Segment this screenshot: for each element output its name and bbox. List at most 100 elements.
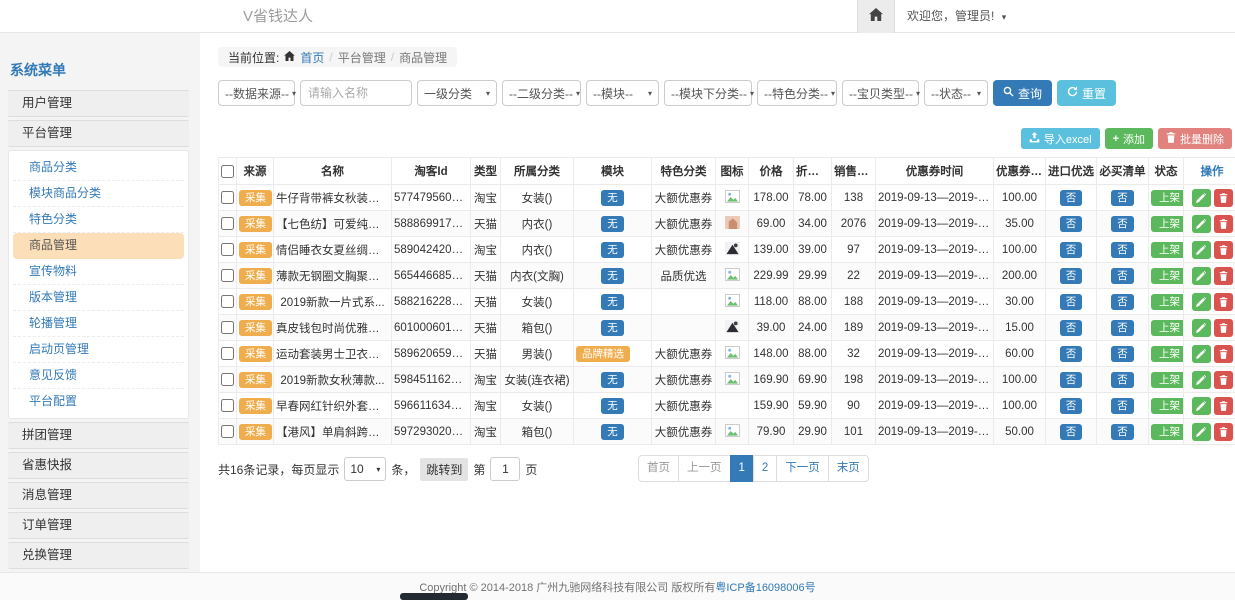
per-page-select[interactable]: 10▾ [344, 457, 386, 481]
edit-button[interactable] [1192, 293, 1211, 311]
row-checkbox[interactable] [221, 191, 234, 204]
row-checkbox[interactable] [221, 399, 234, 412]
filter-select-level1-category[interactable]: 一级分类▾ [417, 80, 497, 106]
delete-button[interactable] [1214, 241, 1233, 259]
page-button[interactable]: 1 [730, 455, 754, 482]
sidebar-item[interactable]: 商品分类 [13, 155, 184, 181]
must-buy-badge[interactable]: 否 [1111, 372, 1134, 388]
status-badge[interactable]: 上架 [1151, 268, 1184, 284]
filter-select-item-type[interactable]: --宝贝类型--▾ [842, 80, 919, 106]
filter-select-status[interactable]: --状态--▾ [924, 80, 988, 106]
import-select-badge[interactable]: 否 [1060, 190, 1083, 206]
delete-button[interactable] [1214, 215, 1233, 233]
edit-button[interactable] [1192, 371, 1211, 389]
sidebar-item[interactable]: 特色分类 [13, 207, 184, 233]
sidebar-group[interactable]: 消息管理 [8, 482, 189, 509]
row-checkbox[interactable] [221, 243, 234, 256]
sidebar-item[interactable]: 宣传物料 [13, 259, 184, 285]
must-buy-badge[interactable]: 否 [1111, 346, 1134, 362]
row-checkbox[interactable] [221, 347, 234, 360]
delete-button[interactable] [1214, 397, 1233, 415]
delete-button[interactable] [1214, 319, 1233, 337]
edit-button[interactable] [1192, 267, 1211, 285]
must-buy-badge[interactable]: 否 [1111, 268, 1134, 284]
import-select-badge[interactable]: 否 [1060, 294, 1083, 310]
edit-button[interactable] [1192, 423, 1211, 441]
sidebar-group[interactable]: 拼团管理 [8, 422, 189, 449]
import-select-badge[interactable]: 否 [1060, 424, 1083, 440]
status-badge[interactable]: 上架 [1151, 424, 1184, 440]
sidebar-item[interactable]: 模块商品分类 [13, 181, 184, 207]
filter-select-feature-category[interactable]: --特色分类--▾ [757, 80, 837, 106]
reset-button[interactable]: 重置 [1057, 80, 1116, 106]
import-select-badge[interactable]: 否 [1060, 242, 1083, 258]
page-button[interactable]: 末页 [828, 455, 869, 482]
edit-button[interactable] [1192, 189, 1211, 207]
import-select-badge[interactable]: 否 [1060, 216, 1083, 232]
search-name-input[interactable] [300, 80, 412, 106]
filter-select-data-source[interactable]: --数据来源--▾ [218, 80, 295, 106]
delete-button[interactable] [1214, 371, 1233, 389]
must-buy-badge[interactable]: 否 [1111, 320, 1134, 336]
jump-button[interactable]: 跳转到 [420, 458, 468, 481]
delete-button[interactable] [1214, 189, 1233, 207]
sidebar-item[interactable]: 启动页管理 [13, 337, 184, 363]
page-button[interactable]: 下一页 [776, 455, 829, 482]
import-excel-button[interactable]: 导入excel [1021, 128, 1100, 149]
filter-select-module-sub-category[interactable]: --模块下分类--▾ [664, 80, 752, 106]
sidebar-item[interactable]: 轮播管理 [13, 311, 184, 337]
row-checkbox[interactable] [221, 321, 234, 334]
horizontal-scrollbar-thumb[interactable] [400, 593, 468, 600]
status-badge[interactable]: 上架 [1151, 372, 1184, 388]
edit-button[interactable] [1192, 397, 1211, 415]
icp-link[interactable]: 粤ICP备16098006号 [715, 579, 815, 595]
delete-button[interactable] [1214, 423, 1233, 441]
edit-button[interactable] [1192, 215, 1211, 233]
search-button[interactable]: 查询 [993, 80, 1052, 106]
import-select-badge[interactable]: 否 [1060, 372, 1083, 388]
must-buy-badge[interactable]: 否 [1111, 242, 1134, 258]
import-select-badge[interactable]: 否 [1060, 346, 1083, 362]
select-all-checkbox[interactable] [221, 165, 234, 178]
edit-button[interactable] [1192, 241, 1211, 259]
jump-page-input[interactable] [490, 457, 520, 481]
status-badge[interactable]: 上架 [1151, 346, 1184, 362]
sidebar-group[interactable]: 用户管理 [8, 90, 189, 117]
status-badge[interactable]: 上架 [1151, 398, 1184, 414]
breadcrumb-home-link[interactable]: 首页 [300, 49, 324, 66]
row-checkbox[interactable] [221, 295, 234, 308]
sidebar-item[interactable]: 平台配置 [13, 389, 184, 414]
status-badge[interactable]: 上架 [1151, 216, 1184, 232]
edit-button[interactable] [1192, 319, 1211, 337]
filter-select-level2-category[interactable]: --二级分类--▾ [502, 80, 581, 106]
add-button[interactable]: + 添加 [1105, 128, 1153, 149]
sidebar-group[interactable]: 平台管理 [8, 120, 189, 147]
sidebar-group[interactable]: 兑换管理 [8, 542, 189, 569]
home-button[interactable] [857, 0, 895, 33]
sidebar-group[interactable]: 省惠快报 [8, 452, 189, 479]
delete-button[interactable] [1214, 267, 1233, 285]
batch-delete-button[interactable]: 批量删除 [1158, 128, 1232, 149]
status-badge[interactable]: 上架 [1151, 320, 1184, 336]
must-buy-badge[interactable]: 否 [1111, 216, 1134, 232]
sidebar-item[interactable]: 商品管理 [13, 233, 184, 259]
edit-button[interactable] [1192, 345, 1211, 363]
import-select-badge[interactable]: 否 [1060, 268, 1083, 284]
user-menu[interactable]: 欢迎您，管理员! ▾ [907, 0, 1006, 34]
import-select-badge[interactable]: 否 [1060, 320, 1083, 336]
must-buy-badge[interactable]: 否 [1111, 190, 1134, 206]
sidebar-item[interactable]: 意见反馈 [13, 363, 184, 389]
must-buy-badge[interactable]: 否 [1111, 424, 1134, 440]
must-buy-badge[interactable]: 否 [1111, 398, 1134, 414]
page-button[interactable]: 2 [753, 455, 777, 482]
row-checkbox[interactable] [221, 425, 234, 438]
import-select-badge[interactable]: 否 [1060, 398, 1083, 414]
must-buy-badge[interactable]: 否 [1111, 294, 1134, 310]
status-badge[interactable]: 上架 [1151, 242, 1184, 258]
delete-button[interactable] [1214, 293, 1233, 311]
row-checkbox[interactable] [221, 217, 234, 230]
filter-select-module[interactable]: --模块--▾ [586, 80, 659, 106]
row-checkbox[interactable] [221, 373, 234, 386]
delete-button[interactable] [1214, 345, 1233, 363]
row-checkbox[interactable] [221, 269, 234, 282]
